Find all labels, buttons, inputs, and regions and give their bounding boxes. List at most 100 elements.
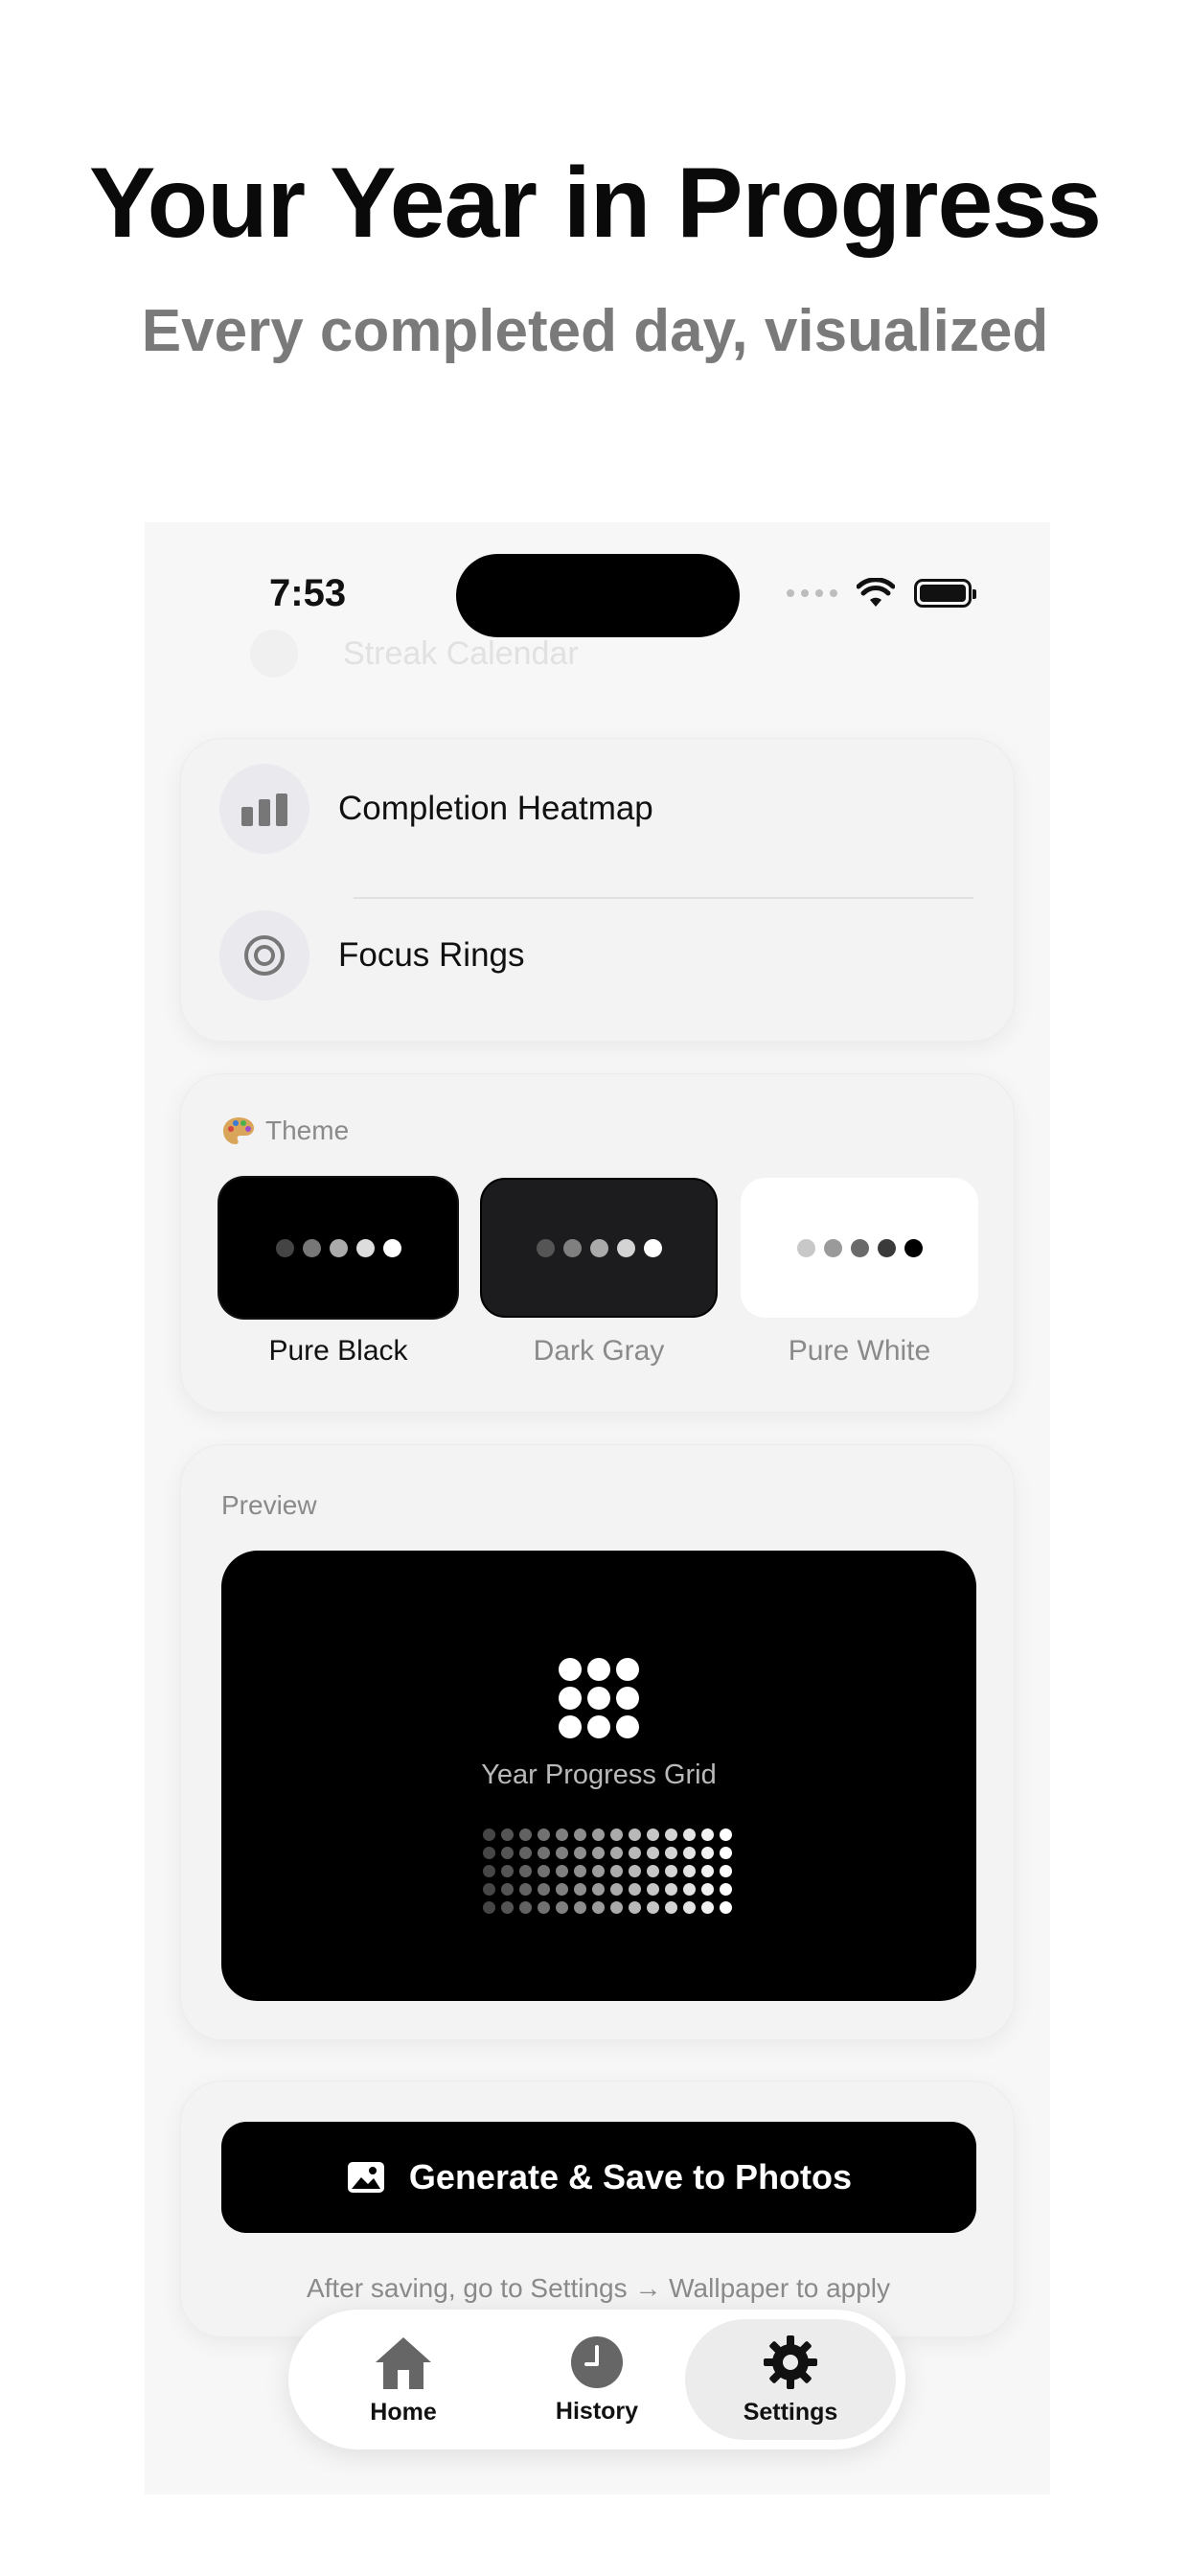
preview-dot [647, 1828, 659, 1841]
preview-dot [720, 1865, 732, 1877]
preview-dot [701, 1865, 714, 1877]
preview-style-title: Year Progress Grid [481, 1760, 717, 1790]
preview-dot [701, 1847, 714, 1859]
preview-dot [629, 1847, 641, 1859]
preview-dot [519, 1883, 532, 1896]
preview-dot [683, 1865, 696, 1877]
preview-dot [629, 1828, 641, 1841]
theme-option-pure-black[interactable] [219, 1178, 457, 1318]
gear-icon [764, 2334, 817, 2389]
preview-dot [501, 1865, 514, 1877]
dot-grid-icon [559, 1658, 639, 1738]
tab-home[interactable]: Home [308, 2310, 499, 2450]
wallpaper-preview: Year Progress Grid [221, 1551, 976, 2001]
preview-dot [720, 1828, 732, 1841]
generate-hint: After saving, go to Settings → Wallpaper… [306, 2273, 891, 2303]
preview-dot [701, 1901, 714, 1914]
preview-dot [574, 1847, 586, 1859]
tab-history[interactable]: History [501, 2310, 693, 2450]
preview-dot [701, 1828, 714, 1841]
bar-chart-icon [219, 764, 309, 854]
theme-card: Theme Pure Black Dark Gray Pure White [180, 1073, 1015, 1413]
battery-icon [914, 579, 976, 608]
streak-calendar-icon [250, 630, 298, 678]
preview-dot [556, 1901, 568, 1914]
dynamic-island [456, 554, 740, 637]
preview-dot [592, 1865, 605, 1877]
preview-dot [556, 1828, 568, 1841]
style-list-card: Completion Heatmap Focus Rings [180, 738, 1015, 1042]
preview-dot [647, 1883, 659, 1896]
preview-dot [519, 1828, 532, 1841]
generate-save-button[interactable]: Generate & Save to Photos [221, 2122, 976, 2233]
preview-dot [720, 1883, 732, 1896]
preview-dot [610, 1847, 623, 1859]
preview-dot [683, 1901, 696, 1914]
preview-dot [483, 1828, 495, 1841]
preview-dot [538, 1901, 550, 1914]
preview-dot [483, 1865, 495, 1877]
preview-section-label: Preview [221, 1490, 317, 1520]
theme-label-pure-white: Pure White [788, 1335, 931, 1367]
theme-option-dark-gray[interactable] [480, 1178, 718, 1318]
wifi-icon [857, 578, 895, 607]
preview-dot [501, 1847, 514, 1859]
preview-dot [538, 1883, 550, 1896]
preview-dot [501, 1883, 514, 1896]
preview-dot [483, 1883, 495, 1896]
preview-dot [647, 1847, 659, 1859]
preview-dot [610, 1828, 623, 1841]
theme-label-dark-gray: Dark Gray [533, 1335, 665, 1367]
theme-section-label: Theme [221, 1116, 349, 1146]
preview-dot [592, 1847, 605, 1859]
preview-dot-grid [483, 1828, 732, 1914]
preview-dot [592, 1883, 605, 1896]
preview-dot [501, 1901, 514, 1914]
preview-dot [538, 1847, 550, 1859]
preview-dot [647, 1865, 659, 1877]
preview-dot [683, 1847, 696, 1859]
preview-dot [647, 1901, 659, 1914]
status-time: 7:53 [269, 572, 347, 614]
preview-dot [574, 1828, 586, 1841]
tab-label: History [555, 2397, 639, 2425]
preview-dot [592, 1901, 605, 1914]
preview-dot [720, 1847, 732, 1859]
preview-dot [483, 1847, 495, 1859]
preview-dot [610, 1883, 623, 1896]
preview-dot [629, 1865, 641, 1877]
hero-subtitle: Every completed day, visualized [141, 298, 1049, 364]
generate-card: Generate & Save to Photos After saving, … [180, 2081, 1015, 2337]
preview-dot [720, 1901, 732, 1914]
preview-dot [665, 1901, 677, 1914]
theme-label-pure-black: Pure Black [268, 1335, 408, 1367]
preview-dot [519, 1847, 532, 1859]
home-icon [376, 2336, 431, 2389]
style-option-completion-heatmap[interactable]: Completion Heatmap [219, 756, 653, 862]
status-icons [787, 578, 976, 609]
preview-dot [665, 1828, 677, 1841]
preview-dot [556, 1865, 568, 1877]
preview-dot [556, 1847, 568, 1859]
preview-dot [610, 1901, 623, 1914]
divider [354, 897, 973, 899]
photo-icon [347, 2162, 384, 2193]
tab-settings[interactable]: Settings [685, 2319, 896, 2440]
clock-icon [571, 2335, 623, 2388]
phone-screen: 7:53 Streak Calendar Completion Heatmap [145, 522, 1050, 2495]
preview-dot [701, 1883, 714, 1896]
preview-dot [629, 1901, 641, 1914]
tab-label: Settings [743, 2398, 838, 2426]
preview-dot [556, 1883, 568, 1896]
preview-dot [574, 1883, 586, 1896]
streak-calendar-row: Streak Calendar [343, 635, 579, 672]
style-option-focus-rings[interactable]: Focus Rings [219, 903, 525, 1008]
preview-dot [483, 1901, 495, 1914]
preview-dot [574, 1865, 586, 1877]
preview-dot [665, 1883, 677, 1896]
signal-icon [787, 589, 837, 597]
theme-option-pure-white[interactable] [741, 1178, 978, 1318]
hero-title: Your Year in Progress [88, 148, 1102, 259]
preview-dot [519, 1865, 532, 1877]
preview-dot [538, 1865, 550, 1877]
